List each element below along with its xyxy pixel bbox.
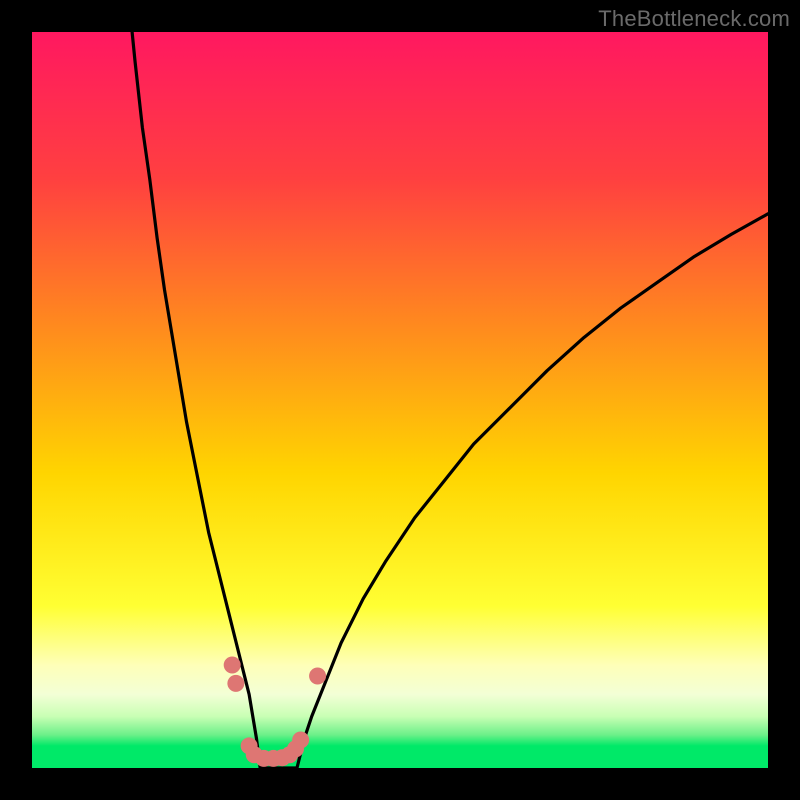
- watermark-text: TheBottleneck.com: [598, 6, 790, 32]
- chart-frame: TheBottleneck.com: [0, 0, 800, 800]
- chart-svg: [32, 32, 768, 768]
- gradient-background: [32, 32, 768, 768]
- plot-area: [32, 32, 768, 768]
- marker-point: [309, 668, 326, 685]
- marker-point: [227, 675, 244, 692]
- marker-point: [224, 656, 241, 673]
- marker-point: [292, 732, 309, 749]
